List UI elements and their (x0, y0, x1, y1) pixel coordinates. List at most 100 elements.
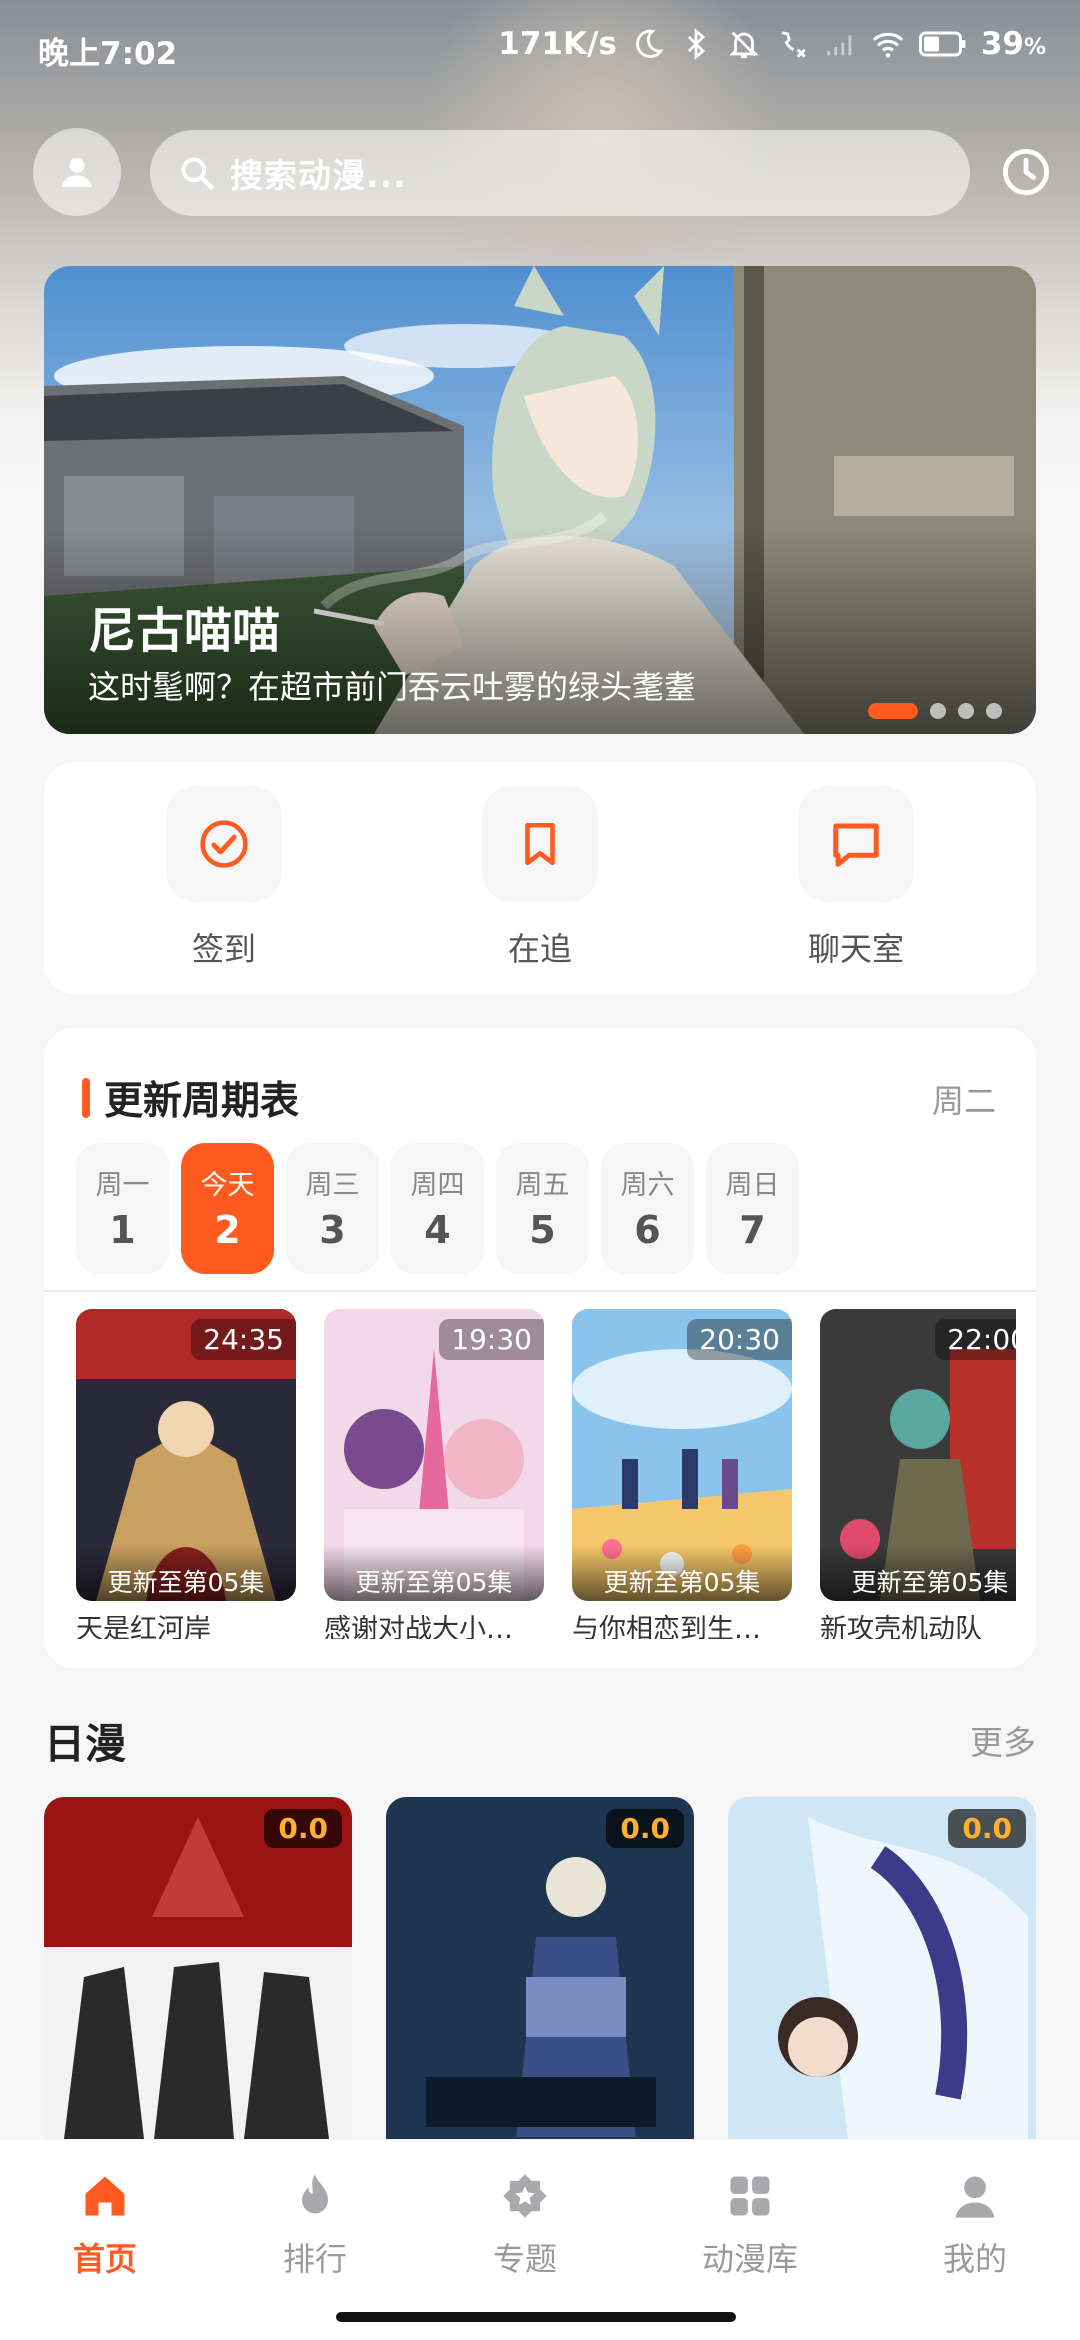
day-name: 今天 (200, 1170, 255, 1201)
history-clock-icon (1003, 149, 1049, 195)
day-number: 1 (109, 1208, 136, 1252)
anime-cover-image (386, 1797, 694, 2139)
show-name: 与你相恋到生… (572, 1614, 761, 1639)
banner-dot[interactable] (930, 703, 946, 719)
anime-cover-image (728, 1797, 1036, 2139)
tab-library[interactable]: 动漫库 (670, 2170, 830, 2280)
japan-anime-list: 0.0 0.0 0.0 (44, 1797, 1036, 2139)
chatroom-icon-box (798, 786, 914, 902)
following-button[interactable]: 在追 (455, 786, 625, 970)
weekday-tabs: 周一 1 今天 2 周三 3 周四 4 周五 5 周六 6 周日 7 (76, 1143, 799, 1274)
banner-subtitle: 这时髦啊？在超市前门吞云吐雾的绿头耄耋 (88, 668, 697, 706)
banner-pagination[interactable] (868, 703, 1002, 719)
schedule-card: 更新周期表 周二 周一 1 今天 2 周三 3 周四 4 周五 5 周六 6 周日 7 24:… (44, 1028, 1036, 1668)
tab-topics[interactable]: 专题 (445, 2170, 605, 2280)
banner-dot[interactable] (986, 703, 1002, 719)
day-name: 周五 (515, 1170, 570, 1201)
battery-icon (918, 31, 966, 57)
net-speed: 171K/s (498, 26, 617, 62)
star-badge-icon (503, 2174, 547, 2218)
bottom-tab-bar: 首页 排行 专题 动漫库 我的 (0, 2140, 1080, 2340)
show-poster: 22:00 更新至第05集 (820, 1309, 1016, 1601)
quick-actions-card: 签到 在追 聊天室 (44, 762, 1036, 994)
day-name: 周六 (620, 1170, 675, 1201)
show-card[interactable]: 19:30 更新至第05集 感谢对战大小… (324, 1309, 544, 1639)
search-input[interactable]: 搜索动漫... (150, 130, 970, 216)
search-placeholder: 搜索动漫... (230, 156, 407, 195)
day-name: 周日 (725, 1170, 780, 1201)
following-label: 在追 (507, 930, 572, 968)
japan-section-header: 日漫 更多 (44, 1710, 1036, 1770)
show-name: 感谢对战大小… (324, 1614, 513, 1639)
day-tab-fri[interactable]: 周五 5 (496, 1143, 589, 1274)
day-number: 4 (424, 1208, 451, 1252)
status-time: 晚上7:02 (38, 36, 178, 72)
wifi-icon (872, 32, 904, 58)
day-number: 2 (214, 1208, 241, 1252)
show-card[interactable]: 22:00 更新至第05集 新攻壳机动队 (820, 1309, 1016, 1639)
cell-signal-icon (827, 35, 852, 56)
following-icon-box (482, 786, 598, 902)
show-card[interactable]: 24:35 更新至第05集 天是红河岸 (76, 1309, 296, 1639)
battery-unit: % (1023, 35, 1046, 60)
day-number: 6 (634, 1208, 661, 1252)
show-time: 19:30 (439, 1319, 544, 1360)
day-name: 周四 (410, 1170, 465, 1201)
tab-profile[interactable]: 我的 (895, 2170, 1055, 2280)
chatroom-label: 聊天室 (807, 930, 904, 968)
fire-icon (302, 2174, 328, 2214)
anime-cover-image (44, 1797, 352, 2139)
battery-level: 39 (980, 26, 1024, 62)
day-number: 7 (739, 1208, 766, 1252)
profile-icon (955, 2176, 995, 2218)
tab-home[interactable]: 首页 (25, 2170, 185, 2280)
checkin-button[interactable]: 签到 (139, 786, 309, 970)
day-tab-wed[interactable]: 周三 3 (286, 1143, 379, 1274)
tab-label: 我的 (942, 2240, 1007, 2278)
day-number: 3 (319, 1208, 346, 1252)
day-name: 周一 (95, 1170, 150, 1201)
chat-icon (833, 823, 879, 867)
schedule-title: 更新周期表 (104, 1079, 300, 1124)
show-poster: 20:30 更新至第05集 (572, 1309, 792, 1601)
bluetooth-icon (687, 28, 706, 60)
show-episode: 更新至第05集 (76, 1545, 296, 1601)
show-poster: 19:30 更新至第05集 (324, 1309, 544, 1601)
schedule-show-list[interactable]: 24:35 更新至第05集 天是红河岸 19:30 更新至第05集 感谢对战大小… (76, 1309, 1016, 1639)
show-time: 20:30 (687, 1319, 792, 1360)
show-episode: 更新至第05集 (324, 1545, 544, 1601)
day-tab-sun[interactable]: 周日 7 (706, 1143, 799, 1274)
home-indicator[interactable] (336, 2312, 736, 2322)
chatroom-button[interactable]: 聊天室 (771, 786, 941, 970)
history-button[interactable] (996, 142, 1056, 202)
check-circle-icon (200, 820, 248, 868)
featured-banner[interactable]: 尼古喵喵 这时髦啊？在超市前门吞云吐雾的绿头耄耋 (44, 266, 1036, 734)
anime-card[interactable]: 0.0 (44, 1797, 352, 2139)
show-episode: 更新至第05集 (820, 1545, 1016, 1601)
anime-card[interactable]: 0.0 (728, 1797, 1036, 2139)
status-bar: 晚上7:02 171K/s 39% (0, 0, 1080, 96)
banner-dot[interactable] (868, 703, 918, 719)
tab-label: 专题 (492, 2240, 557, 2278)
schedule-divider (44, 1290, 1036, 1292)
day-number: 5 (529, 1208, 556, 1252)
show-card[interactable]: 20:30 更新至第05集 与你相恋到生… (572, 1309, 792, 1639)
user-avatar-button[interactable] (33, 128, 121, 216)
show-name: 天是红河岸 (76, 1614, 211, 1639)
user-icon (62, 157, 92, 187)
day-tab-mon[interactable]: 周一 1 (76, 1143, 169, 1274)
tab-ranking[interactable]: 排行 (235, 2170, 395, 2280)
anime-score: 0.0 (948, 1809, 1026, 1848)
japan-more-link[interactable]: 更多 (970, 1716, 1036, 1764)
top-bar: 搜索动漫... (0, 128, 1080, 218)
anime-card[interactable]: 0.0 (386, 1797, 694, 2139)
checkin-label: 签到 (191, 930, 256, 968)
day-tab-today[interactable]: 今天 2 (181, 1143, 274, 1274)
bell-off-icon (729, 31, 759, 59)
day-tab-sat[interactable]: 周六 6 (601, 1143, 694, 1274)
bookmark-icon (525, 822, 555, 866)
day-tab-thu[interactable]: 周四 4 (391, 1143, 484, 1274)
banner-dot[interactable] (958, 703, 974, 719)
tab-label: 排行 (282, 2240, 347, 2278)
schedule-header: 更新周期表 (82, 1070, 299, 1126)
